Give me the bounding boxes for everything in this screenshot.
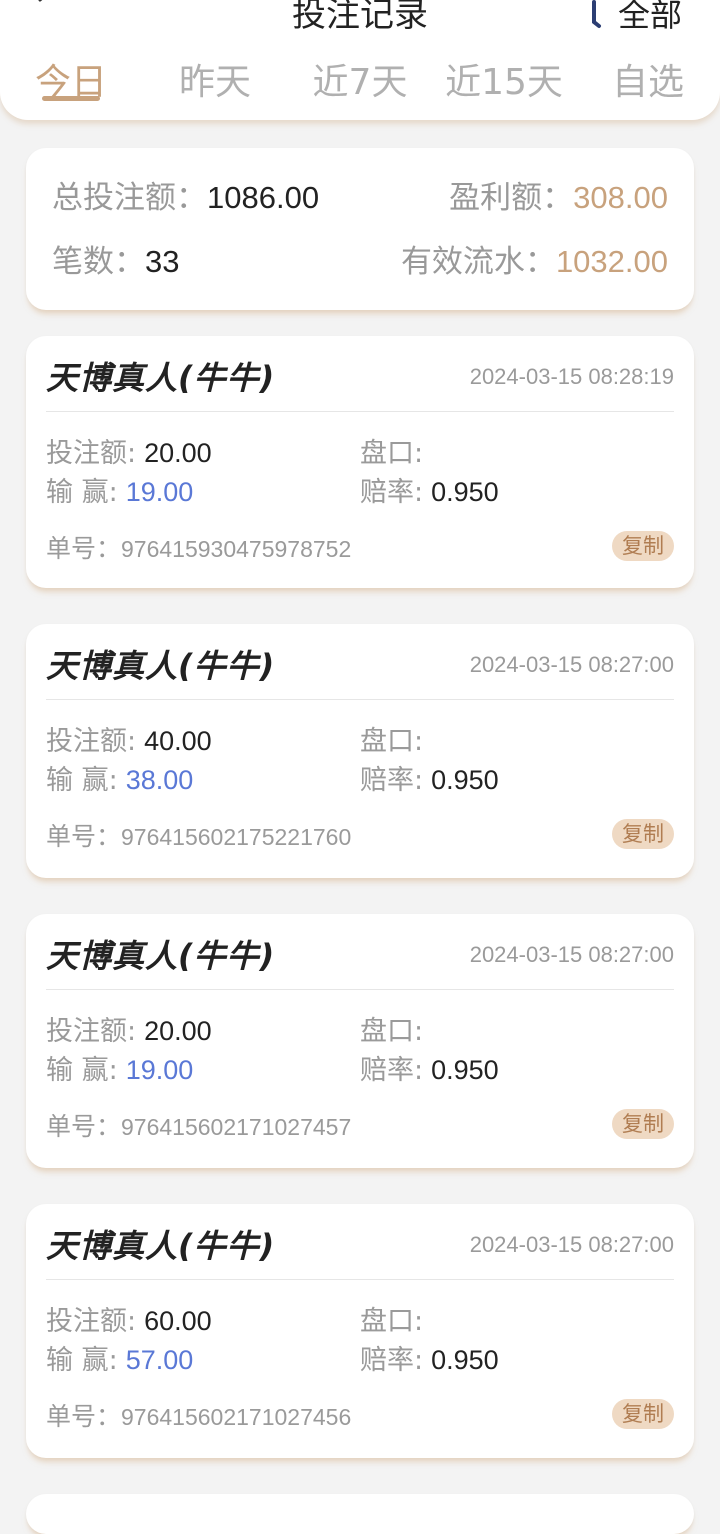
bet-amount-label: 投注额: <box>46 1306 137 1337</box>
handicap-field: 盘口: <box>360 435 431 472</box>
header-bar: 投注记录 全部 今日 昨天 近7天 近15天 自选 <box>0 0 720 120</box>
win-lose-label: 输 赢: <box>46 1345 118 1376</box>
order-number-label: 单号： <box>46 1402 122 1431</box>
copy-button[interactable]: 复制 <box>612 1399 674 1429</box>
bet-amount-value: 20.00 <box>144 1016 212 1046</box>
order-number-row: 单号：976415602175221760 <box>46 820 351 854</box>
summary-row-2: 笔数：33 有效流水：1032.00 <box>52 240 668 284</box>
odds-field: 赔率: 0.950 <box>360 474 499 511</box>
handicap-field: 盘口: <box>360 1303 431 1340</box>
order-number-label: 单号： <box>46 534 122 563</box>
order-number-value: 976415930475978752 <box>121 536 352 562</box>
count-label: 笔数： <box>52 244 145 280</box>
win-lose-field: 输 赢: 19.00 <box>46 474 193 511</box>
profit-label: 盈利额： <box>449 180 574 216</box>
win-lose-field: 输 赢: 38.00 <box>46 762 193 799</box>
bet-time: 2024-03-15 08:27:00 <box>469 942 674 967</box>
total-bet-value: 1086.00 <box>207 180 320 215</box>
bet-time: 2024-03-15 08:28:19 <box>469 364 674 389</box>
win-lose-field: 输 赢: 19.00 <box>46 1052 193 1089</box>
win-lose-label: 输 赢: <box>46 1055 118 1086</box>
odds-value: 0.950 <box>431 1345 499 1375</box>
handicap-field: 盘口: <box>360 1013 431 1050</box>
order-number-row: 单号：976415930475978752 <box>46 532 351 566</box>
bet-game-name: 天博真人(牛牛) <box>46 1227 276 1265</box>
count-value: 33 <box>145 244 180 279</box>
odds-field: 赔率: 0.950 <box>360 762 499 799</box>
tab-last-7-days[interactable]: 近7天 <box>306 58 414 110</box>
bet-amount-label: 投注额: <box>46 438 137 469</box>
divider <box>46 989 674 990</box>
bet-card[interactable]: 天博真人(牛牛) 2024-03-15 08:27:00 投注额: 20.00 盘… <box>26 914 694 1168</box>
divider <box>46 699 674 700</box>
tab-today[interactable]: 今日 <box>30 58 112 110</box>
handicap-label: 盘口: <box>360 726 424 757</box>
bet-amount-field: 投注额: 60.00 <box>46 1303 212 1340</box>
bet-card[interactable]: 天博真人(牛牛) 2024-03-15 08:28:19 投注额: 20.00 盘… <box>26 336 694 588</box>
bet-card[interactable]: 天博真人(牛牛) 2024-03-15 08:27:00 投注额: 60.00 盘… <box>26 1204 694 1458</box>
odds-label: 赔率: <box>360 1055 424 1086</box>
active-tab-indicator <box>42 96 100 101</box>
odds-value: 0.950 <box>431 1055 499 1085</box>
bet-time: 2024-03-15 08:27:00 <box>469 1232 674 1257</box>
order-number-value: 976415602171027456 <box>121 1404 352 1430</box>
bet-card[interactable]: 天博真人(牛牛) 2024-03-15 08:27:00 投注额: 40.00 盘… <box>26 624 694 878</box>
win-lose-field: 输 赢: 57.00 <box>46 1342 193 1379</box>
odds-label: 赔率: <box>360 765 424 796</box>
page-title: 投注记录 <box>292 0 428 35</box>
tab-yesterday[interactable]: 昨天 <box>172 58 258 110</box>
profit-value: 308.00 <box>573 180 668 215</box>
bet-card-partial[interactable] <box>26 1494 694 1534</box>
tab-custom[interactable]: 自选 <box>604 58 692 110</box>
odds-value: 0.950 <box>431 765 499 795</box>
copy-button[interactable]: 复制 <box>612 1109 674 1139</box>
copy-button[interactable]: 复制 <box>612 819 674 849</box>
bet-game-name: 天博真人(牛牛) <box>46 647 276 685</box>
summary-row-1: 总投注额：1086.00 盈利额：308.00 <box>52 176 668 220</box>
bet-game-name: 天博真人(牛牛) <box>46 937 276 975</box>
bet-amount-label: 投注额: <box>46 726 137 757</box>
order-number-value: 976415602171027457 <box>121 1114 352 1140</box>
handicap-label: 盘口: <box>360 1306 424 1337</box>
win-lose-label: 输 赢: <box>46 477 118 508</box>
win-lose-label: 输 赢: <box>46 765 118 796</box>
turnover-value: 1032.00 <box>555 244 668 279</box>
bet-amount-label: 投注额: <box>46 1016 137 1047</box>
odds-value: 0.950 <box>431 477 499 507</box>
bet-time: 2024-03-15 08:27:00 <box>469 652 674 677</box>
odds-field: 赔率: 0.950 <box>360 1342 499 1379</box>
divider <box>46 1279 674 1280</box>
order-number-label: 单号： <box>46 1112 122 1141</box>
win-lose-value: 19.00 <box>125 477 194 507</box>
bet-amount-field: 投注额: 20.00 <box>46 435 212 472</box>
divider <box>46 411 674 412</box>
odds-label: 赔率: <box>360 477 424 508</box>
order-number-row: 单号：976415602171027456 <box>46 1400 351 1434</box>
win-lose-value: 19.00 <box>125 1055 194 1085</box>
copy-button[interactable]: 复制 <box>612 531 674 561</box>
summary-card: 总投注额：1086.00 盈利额：308.00 笔数：33 有效流水：1032.… <box>26 148 694 310</box>
odds-label: 赔率: <box>360 1345 424 1376</box>
bet-amount-value: 20.00 <box>144 438 212 468</box>
order-number-row: 单号：976415602171027457 <box>46 1110 351 1144</box>
bet-amount-field: 投注额: 40.00 <box>46 723 212 760</box>
order-number-label: 单号： <box>46 822 122 851</box>
handicap-label: 盘口: <box>360 438 424 469</box>
bet-amount-field: 投注额: 20.00 <box>46 1013 212 1050</box>
total-bet-label: 总投注额： <box>52 180 207 216</box>
order-number-value: 976415602175221760 <box>121 824 352 850</box>
tab-last-15-days[interactable]: 近15天 <box>440 58 568 110</box>
bet-game-name: 天博真人(牛牛) <box>46 359 276 397</box>
date-tabs: 今日 昨天 近7天 近15天 自选 <box>0 58 720 110</box>
handicap-field: 盘口: <box>360 723 431 760</box>
handicap-label: 盘口: <box>360 1016 424 1047</box>
win-lose-value: 57.00 <box>125 1345 194 1375</box>
bet-amount-value: 40.00 <box>144 726 212 756</box>
bet-amount-value: 60.00 <box>144 1306 212 1336</box>
filter-icon[interactable] <box>586 0 602 30</box>
odds-field: 赔率: 0.950 <box>360 1052 499 1089</box>
turnover-label: 有效流水： <box>400 244 556 280</box>
filter-dropdown-label[interactable]: 全部 <box>618 0 682 36</box>
win-lose-value: 38.00 <box>125 765 194 795</box>
